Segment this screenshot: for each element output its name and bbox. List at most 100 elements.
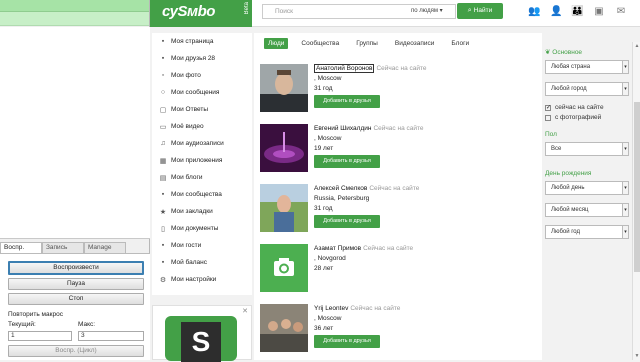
gender-select[interactable]: Все ▾ xyxy=(545,142,629,156)
sidebar-item-my-page[interactable]: ▪ Моя страница xyxy=(152,33,252,50)
blogs-icon: ▤ xyxy=(159,174,167,182)
sidebar-nav: ▪ Моя страница ▪ Мои друзья 28 ▫ Мои фото ○… xyxy=(152,33,252,295)
sidebar-item-label: Мои гости xyxy=(171,242,202,249)
macro-list[interactable] xyxy=(0,27,150,239)
stop-button[interactable]: Стоп xyxy=(8,293,144,305)
avatar[interactable] xyxy=(260,64,308,112)
online-label: сейчас на сайте xyxy=(555,104,604,111)
tab-groups[interactable]: Группы xyxy=(352,38,382,49)
answers-icon: ▢ xyxy=(159,106,167,114)
sidebar-item-blogs[interactable]: ▤ Мои блоги xyxy=(152,169,252,186)
person-card: Анатолий Воронов Сейчас на сайте , Moscow… xyxy=(260,64,530,118)
sidebar-item-settings[interactable]: ⚙ Мои настройки xyxy=(152,271,252,288)
add-friend-button[interactable]: Добавить в друзья xyxy=(314,335,380,348)
selected-row[interactable] xyxy=(0,0,149,12)
person-name[interactable]: Евгений Шихалдин xyxy=(314,125,371,132)
dropdown-arrow-icon: ▾ xyxy=(622,181,629,195)
basic-label: Основное xyxy=(552,49,583,56)
tab-communities[interactable]: Сообщества xyxy=(297,38,343,49)
sidebar-item-label: Мои приложения xyxy=(171,157,223,164)
add-friend-button[interactable]: Добавить в друзья xyxy=(314,95,380,108)
sidebar-item-friends[interactable]: ▪ Мои друзья 28 xyxy=(152,50,252,67)
sidebar-item-audio[interactable]: ♫ Мои аудиозаписи xyxy=(152,135,252,152)
page-scrollbar[interactable]: ▲ ▼ xyxy=(632,42,640,360)
dropdown-arrow-icon: ▾ xyxy=(622,82,629,96)
search-icon: ⌕ xyxy=(467,7,472,14)
video-icon[interactable]: ▣ xyxy=(593,6,605,17)
online-status: Сейчас на сайте xyxy=(373,125,424,132)
city-select[interactable]: Любой город ▾ xyxy=(545,82,629,96)
scroll-down-icon[interactable]: ▼ xyxy=(634,353,640,359)
sidebar-item-photos[interactable]: ▫ Мои фото xyxy=(152,67,252,84)
max-field[interactable]: 3 xyxy=(78,331,144,341)
sidebar-item-label: Мои аудиозаписи xyxy=(171,140,224,147)
messages-icon[interactable]: ✉ xyxy=(615,6,627,17)
person-card: Yrij Leontev Сейчас на сайте , Moscow 36 … xyxy=(260,304,530,358)
month-select[interactable]: Любой месяц ▾ xyxy=(545,203,629,217)
search-button[interactable]: ⌕ Найти xyxy=(457,3,503,19)
selected-row-2[interactable] xyxy=(0,12,149,26)
person-age: 28 лет xyxy=(314,265,334,272)
communities-icon: ▪ xyxy=(161,191,165,198)
messages-icon: ○ xyxy=(160,89,166,96)
sidebar-item-guests[interactable]: ▪ Мои гости xyxy=(152,237,252,254)
avatar[interactable] xyxy=(260,184,308,232)
sidebar-item-documents[interactable]: ▯ Мои документы xyxy=(152,220,252,237)
year-select[interactable]: Любой год ▾ xyxy=(545,225,629,239)
online-status: Сейчас на сайте xyxy=(376,65,427,72)
play-tab-panel: Воспроизвести Пауза Стоп Повторить макро… xyxy=(0,253,150,360)
ad-logo-letter: S xyxy=(181,322,221,362)
user-icon[interactable]: 👤 xyxy=(550,6,562,17)
avatar[interactable] xyxy=(260,304,308,352)
tab-videos[interactable]: Видеозаписи xyxy=(391,38,439,49)
sidebar-item-bookmarks[interactable]: ★ Мои закладки xyxy=(152,203,252,220)
sidebar-item-video[interactable]: ▭ Моё видео xyxy=(152,118,252,135)
site-header: Поиск по людям ▾ ⌕Найти 👥 👤 👪 ▣ ✉ ⚙ xyxy=(252,0,640,27)
person-name[interactable]: Азамат Примов xyxy=(314,245,361,252)
sidebar-item-label: Мои настройки xyxy=(171,276,217,283)
close-icon[interactable]: ✕ xyxy=(242,307,248,315)
person-name[interactable]: Анатолий Воронов xyxy=(314,64,375,73)
person-name[interactable]: Алексей Смелков xyxy=(314,185,367,192)
ad-banner[interactable]: ✕ S xyxy=(152,305,252,362)
play-loop-button[interactable]: Воспр. (Цикл) xyxy=(8,345,144,357)
sidebar-item-label: Мои фото xyxy=(171,72,201,79)
photo-checkbox[interactable]: с фотографией xyxy=(545,114,632,121)
video-icon: ▭ xyxy=(159,123,167,131)
person-location: , Moscow xyxy=(314,315,342,322)
person-name[interactable]: Yrij Leontev xyxy=(314,305,348,312)
scroll-thumb[interactable] xyxy=(634,102,640,272)
add-friend-button[interactable]: Добавить в друзья xyxy=(314,215,380,228)
add-friend-button[interactable]: Добавить в друзья xyxy=(314,155,380,168)
basic-section-label: ❦ Основное xyxy=(545,48,632,56)
avatar[interactable] xyxy=(260,124,308,172)
sidebar-item-communities[interactable]: ▪ Мои сообщества xyxy=(152,186,252,203)
tab-people[interactable]: Люди xyxy=(264,37,289,49)
sidebar-item-label: Мои сообщения xyxy=(171,89,220,96)
sidebar-item-apps[interactable]: ▦ Мои приложения xyxy=(152,152,252,169)
sidebar-item-label: Мои друзья 28 xyxy=(171,55,216,62)
day-select[interactable]: Любой день ▾ xyxy=(545,181,629,195)
sidebar-item-label: Мои закладки xyxy=(171,208,213,215)
sidebar-item-balance[interactable]: ▪ Мой баланс xyxy=(152,254,252,271)
sidebar-item-answers[interactable]: ▢ Мои Ответы xyxy=(152,101,252,118)
current-label: Текущий: xyxy=(8,321,36,328)
country-select[interactable]: Любая страна ▾ xyxy=(545,60,629,74)
online-checkbox[interactable]: ✓ сейчас на сайте xyxy=(545,104,632,111)
people-icon[interactable]: 👥 xyxy=(528,6,540,17)
scroll-up-icon[interactable]: ▲ xyxy=(634,43,640,49)
search-mode-dropdown[interactable]: по людям ▾ xyxy=(411,7,443,14)
group-icon[interactable]: 👪 xyxy=(571,6,583,17)
month-value: Любой месяц xyxy=(551,207,589,213)
search-filter-panel: ❦ Основное Любая страна ▾ Любой город ▾ ✓ с… xyxy=(545,48,632,288)
site-logo[interactable]: суSмbо Beta xyxy=(150,0,252,27)
pause-button[interactable]: Пауза xyxy=(8,278,144,290)
current-field[interactable]: 1 xyxy=(8,331,72,341)
play-button[interactable]: Воспроизвести xyxy=(8,261,144,275)
gender-value: Все xyxy=(551,146,562,152)
tab-blogs[interactable]: Блоги xyxy=(447,38,473,49)
apps-icon: ▦ xyxy=(159,157,167,165)
checkbox-checked-icon: ✓ xyxy=(545,104,552,111)
sidebar-item-messages[interactable]: ○ Мои сообщения xyxy=(152,84,252,101)
avatar[interactable] xyxy=(260,244,308,292)
